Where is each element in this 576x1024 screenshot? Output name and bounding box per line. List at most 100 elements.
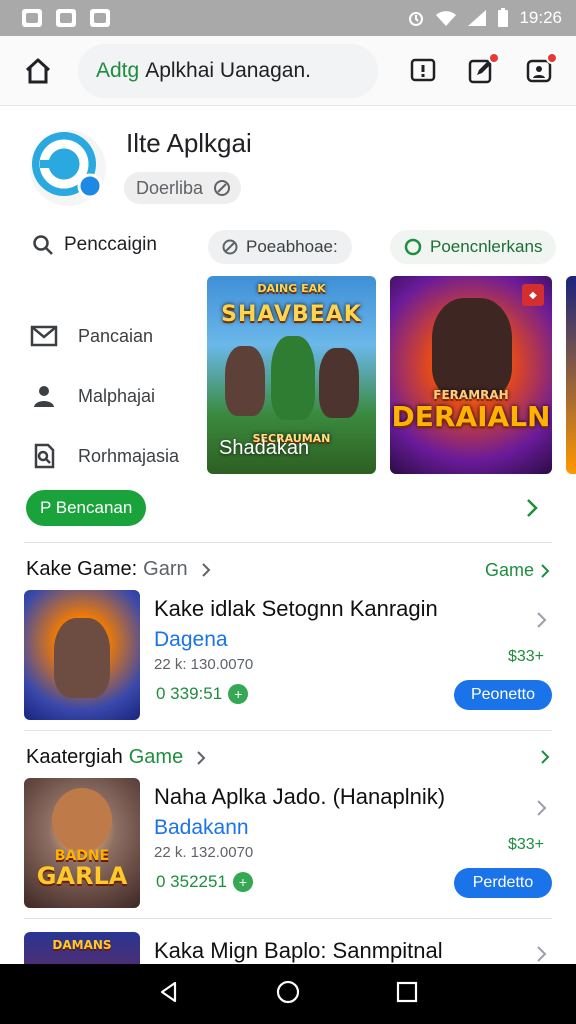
thumb-top-text: DAMANS	[52, 938, 112, 952]
app-list-item-3[interactable]: DAMANS Kaka Mign Baplo: Sanmpitnal	[24, 932, 554, 964]
banner-2-art-title: DERAIALN	[391, 400, 551, 433]
developer-chip[interactable]: Doerliba	[124, 172, 242, 204]
app-list-item-1[interactable]: Kake idlak Setognn Kanragin Dagena 22 k:…	[24, 590, 554, 722]
section-1-link[interactable]: Game	[485, 560, 552, 581]
home-nav-button[interactable]	[275, 979, 301, 1010]
character-art	[271, 336, 315, 420]
top-bar: Adtg Aplkhai Uanagan.	[0, 36, 576, 106]
recents-icon	[396, 981, 418, 1002]
section-1-title: Kake Game:	[26, 558, 138, 580]
divider	[24, 918, 552, 919]
search-text: Aplkhai Uanagan.	[145, 58, 311, 82]
chevron-right-icon	[197, 750, 206, 765]
app-title: Kaka Mign Baplo: Sanmpitnal	[154, 938, 443, 963]
search-filter-label: Penccaigin	[64, 234, 157, 255]
divider	[24, 542, 552, 543]
notification-badge	[488, 51, 500, 64]
section-2-link[interactable]	[538, 748, 552, 766]
plus-icon: +	[232, 872, 253, 892]
filter-chip-2-label: Poencnlerkans	[430, 237, 543, 256]
app-meta: 22 k: 130.0070	[154, 656, 254, 673]
feedback-icon	[410, 58, 436, 81]
featured-banner-3[interactable]	[566, 276, 576, 474]
install-button[interactable]: Peonetto	[454, 680, 552, 710]
carousel-next-button[interactable]	[522, 496, 542, 525]
banner-1-art-title: SHAVBEAK	[221, 302, 362, 327]
section-2-title: Kaatergiah	[26, 746, 123, 768]
character-art	[225, 346, 265, 416]
app-title: Kake idlak Setognn Kanragin	[154, 596, 438, 621]
status-time: 19:26	[519, 8, 562, 27]
section-1-sub: Garn	[143, 558, 188, 580]
home-icon	[25, 58, 51, 83]
section-1-header[interactable]: Kake Game: Garn	[26, 558, 216, 581]
developer-chip-label: Doerliba	[136, 177, 204, 198]
chevron-right-icon	[534, 944, 548, 964]
side-item-2[interactable]: Malphajai	[30, 366, 179, 426]
notification-badge	[546, 51, 558, 64]
install-button[interactable]: Perdetto	[454, 868, 552, 898]
section-2-header[interactable]: Kaatergiah Game	[26, 746, 211, 769]
side-menu: Pancaian Malphajai Rorhmajasia	[30, 306, 179, 486]
back-icon	[160, 981, 177, 1002]
app-thumbnail: BADNE GARLA	[24, 778, 140, 908]
system-nav-bar	[0, 964, 576, 1024]
side-item-2-label: Malphajai	[78, 385, 156, 406]
account-button[interactable]	[518, 50, 560, 92]
info-icon	[214, 180, 231, 196]
phone-notification-icon	[90, 9, 110, 27]
recents-button[interactable]	[395, 980, 419, 1009]
app-developer: Dagena	[154, 628, 228, 651]
app-price: $33+	[507, 836, 544, 853]
section-2-sub: Game	[128, 746, 184, 768]
ad-tag-icon: ◆	[522, 284, 544, 306]
chevron-right-icon	[541, 750, 550, 764]
filter-chip-1-label: Poeabhoae:	[246, 237, 338, 256]
app-list-item-2[interactable]: BADNE GARLA Naha Aplka Jado. (Hanaplnik)…	[24, 778, 554, 910]
character-art	[52, 788, 112, 852]
chevron-right-icon	[541, 563, 550, 578]
search-bar[interactable]: Adtg Aplkhai Uanagan.	[78, 43, 378, 98]
side-item-3-label: Rorhmajasia	[78, 445, 180, 466]
app-thumbnail: DAMANS	[24, 932, 140, 964]
battery-icon	[498, 8, 509, 27]
filter-chip-1[interactable]: Poeabhoae:	[208, 230, 352, 264]
app-rating-value: 0 352251	[156, 872, 227, 891]
signal-icon	[468, 10, 487, 26]
chevron-right-icon	[527, 499, 538, 517]
plus-icon: +	[228, 684, 249, 704]
featured-banner-2[interactable]: ◆ FERAMRAH DERAIALN	[390, 276, 552, 474]
app-price: $33+	[507, 648, 544, 665]
app-rating-value: 0 339:51	[156, 684, 223, 703]
edit-button[interactable]	[460, 50, 502, 92]
cta-button[interactable]: P Bencanan	[26, 490, 147, 526]
character-art	[319, 348, 359, 418]
person-icon	[34, 386, 54, 407]
search-filter[interactable]: Penccaigin	[32, 234, 157, 256]
home-button[interactable]	[16, 49, 60, 93]
side-item-1[interactable]: Pancaian	[30, 306, 179, 366]
chevron-right-icon	[201, 562, 211, 577]
chevron-right-icon	[534, 798, 548, 823]
filter-chip-2[interactable]: Poencnlerkans	[390, 230, 557, 264]
side-item-3[interactable]: Rorhmajasia	[30, 426, 179, 486]
app-rating: 0 352251 +	[156, 872, 253, 892]
divider	[24, 730, 552, 731]
feedback-button[interactable]	[402, 50, 444, 92]
app-title: Naha Aplka Jado. (Hanaplnik)	[154, 784, 446, 809]
character-art	[54, 618, 110, 698]
app-meta: 22 k. 132.0070	[154, 844, 254, 861]
app-developer: Badakann	[154, 816, 249, 839]
wifi-icon	[436, 11, 457, 26]
image-notification-icon	[22, 9, 42, 27]
pencil-icon	[222, 239, 238, 255]
banner-1-caption: Shadakan	[219, 437, 310, 459]
featured-banner-1[interactable]: DAING EAK SHAVBEAK SECRAUMAN Shadakan	[207, 276, 376, 474]
document-search-icon	[34, 443, 55, 469]
back-button[interactable]	[157, 980, 181, 1009]
search-icon	[33, 235, 53, 255]
page-title: Ilte Aplkgai	[126, 128, 252, 158]
app-thumbnail	[24, 590, 140, 720]
chevron-right-icon	[534, 610, 548, 635]
status-bar: 19:26	[0, 0, 576, 36]
